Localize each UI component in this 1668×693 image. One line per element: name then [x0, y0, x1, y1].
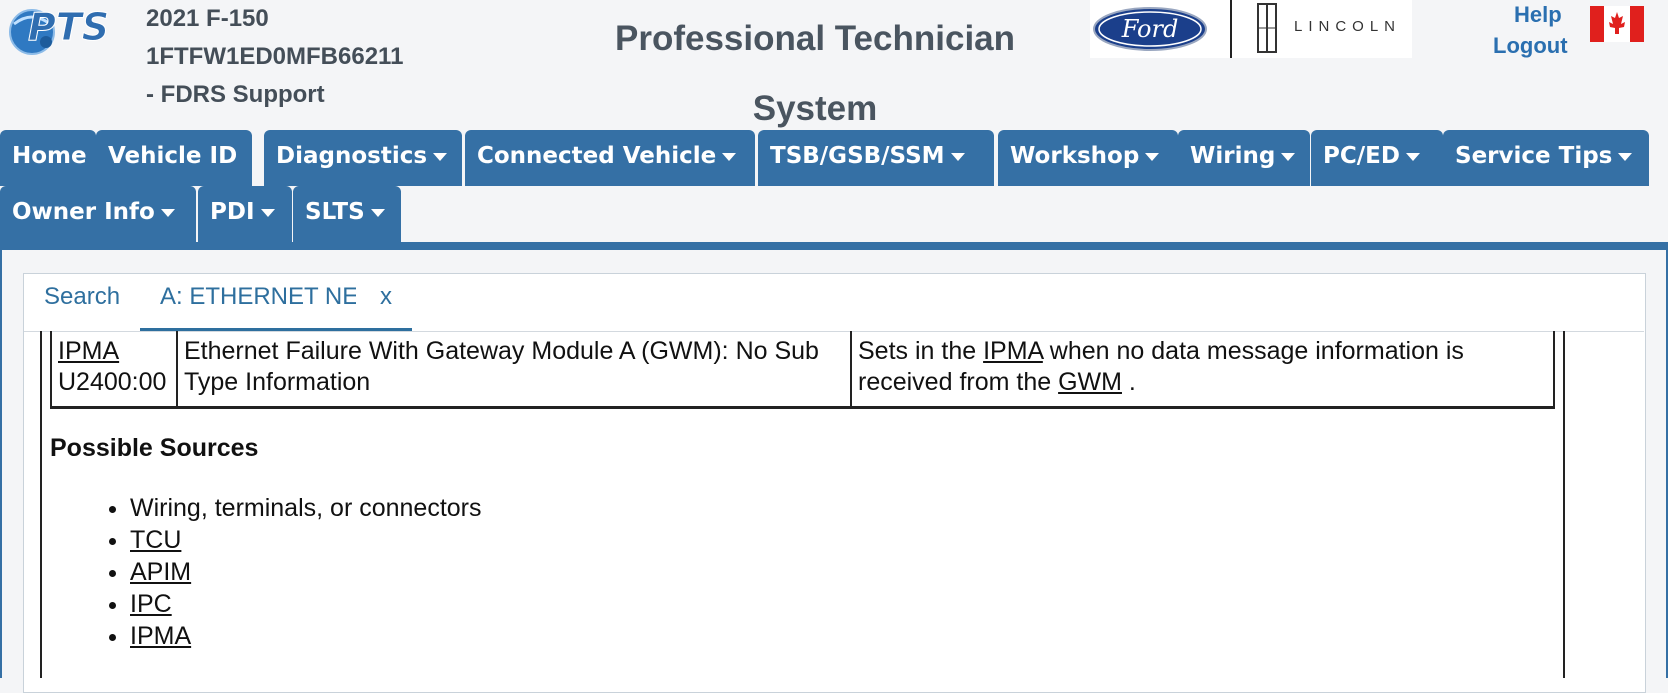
ford-logo: Ford — [1093, 7, 1207, 51]
dtc-condition-cell: Sets in the IPMA when no data message in… — [850, 331, 1554, 408]
nav-label: Owner Info — [12, 199, 155, 225]
nav-pdi[interactable]: PDI — [198, 186, 292, 242]
caret-down-icon — [433, 152, 448, 161]
canada-flag-icon[interactable] — [1590, 6, 1644, 42]
list-item: IPMA — [130, 620, 482, 652]
svg-text:PTS: PTS — [28, 5, 109, 49]
nav-diagnostics[interactable]: Diagnostics — [264, 130, 462, 186]
nav-label: Diagnostics — [276, 143, 428, 169]
condition-end: . — [1128, 368, 1136, 396]
nav-label: Service Tips — [1455, 143, 1613, 169]
brand-divider — [1230, 0, 1232, 58]
vehicle-vin: 1FTFW1ED0MFB66211 — [146, 43, 404, 70]
source-text: Wiring, terminals, or connectors — [130, 494, 482, 522]
dtc-table: IPMA U2400:00 Ethernet Failure With Gate… — [50, 331, 1555, 409]
vehicle-info: 2021 F-150 1FTFW1ED0MFB66211 - FDRS Supp… — [146, 0, 403, 114]
lincoln-star-icon — [1257, 3, 1277, 53]
condition-prefix: Sets in the — [858, 337, 977, 365]
caret-down-icon — [722, 152, 737, 161]
nav-home[interactable]: Home — [0, 130, 96, 186]
caret-down-icon — [260, 208, 275, 217]
nav-connected-vehicle[interactable]: Connected Vehicle — [465, 130, 755, 186]
dtc-code-cell: IPMA U2400:00 — [51, 331, 177, 408]
nav-service-tips[interactable]: Service Tips — [1443, 130, 1649, 186]
condition-ipma-link[interactable]: IPMA — [983, 337, 1043, 365]
nav-workshop[interactable]: Workshop — [998, 130, 1178, 186]
caret-down-icon — [1618, 152, 1633, 161]
logout-link[interactable]: Logout — [1493, 33, 1568, 59]
page-header: PTS 2021 F-150 1FTFW1ED0MFB66211 - FDRS … — [0, 0, 1668, 130]
possible-sources-list: Wiring, terminals, or connectors TCU API… — [96, 492, 482, 652]
vehicle-model: 2021 F-150 — [146, 5, 269, 32]
nav-label: Home — [12, 143, 87, 169]
tab-close-button[interactable]: x — [380, 283, 392, 311]
svg-text:Ford: Ford — [1121, 15, 1179, 43]
source-link-apim[interactable]: APIM — [130, 558, 191, 586]
nav-label: SLTS — [305, 199, 365, 225]
nav-label: PC/ED — [1323, 143, 1400, 169]
caret-down-icon — [1405, 152, 1420, 161]
nav-vehicle-id[interactable]: Vehicle ID — [96, 130, 252, 186]
fdrs-support: - FDRS Support — [146, 81, 325, 108]
nav-label: Connected Vehicle — [477, 143, 717, 169]
nav-label: Wiring — [1190, 143, 1276, 169]
nav-label: Vehicle ID — [108, 143, 238, 169]
help-link[interactable]: Help — [1514, 2, 1562, 28]
caret-down-icon — [160, 208, 175, 217]
list-item: TCU — [130, 524, 482, 556]
caret-down-icon — [1281, 152, 1296, 161]
app-title: Professional Technician System — [614, 19, 1016, 128]
list-item: APIM — [130, 556, 482, 588]
tab-search[interactable]: Search — [44, 283, 120, 311]
dtc-description-cell: Ethernet Failure With Gateway Module A (… — [176, 331, 851, 408]
dtc-code: U2400:00 — [58, 368, 167, 396]
list-item: Wiring, terminals, or connectors — [130, 492, 482, 524]
nav-slts[interactable]: SLTS — [293, 186, 401, 242]
tab-ethernet-label: A: ETHERNET NE — [160, 283, 356, 310]
nav-label: TSB/GSB/SSM — [770, 143, 945, 169]
nav-wiring[interactable]: Wiring — [1178, 130, 1310, 186]
source-link-ipc[interactable]: IPC — [130, 590, 172, 618]
nav-pc-ed[interactable]: PC/ED — [1311, 130, 1443, 186]
pts-logo[interactable]: PTS — [8, 2, 133, 58]
nav-tsb-gsb-ssm[interactable]: TSB/GSB/SSM — [758, 130, 994, 186]
caret-down-icon — [950, 152, 965, 161]
caret-down-icon — [370, 208, 385, 217]
condition-gwm-link[interactable]: GWM — [1058, 368, 1122, 396]
dtc-description: Ethernet Failure With Gateway Module A (… — [184, 337, 819, 396]
list-item: IPC — [130, 588, 482, 620]
nav-bottom-bar — [0, 242, 1668, 250]
caret-down-icon — [1145, 152, 1160, 161]
source-link-ipma[interactable]: IPMA — [130, 622, 191, 650]
nav-label: PDI — [210, 199, 255, 225]
nav-label: Workshop — [1010, 143, 1140, 169]
table-row: IPMA U2400:00 Ethernet Failure With Gate… — [51, 331, 1554, 408]
ipma-link[interactable]: IPMA — [58, 337, 119, 365]
nav-owner-info[interactable]: Owner Info — [0, 186, 196, 242]
possible-sources-heading: Possible Sources — [50, 434, 259, 462]
source-link-tcu[interactable]: TCU — [130, 526, 181, 554]
lincoln-wordmark: LINCOLN — [1294, 18, 1402, 35]
